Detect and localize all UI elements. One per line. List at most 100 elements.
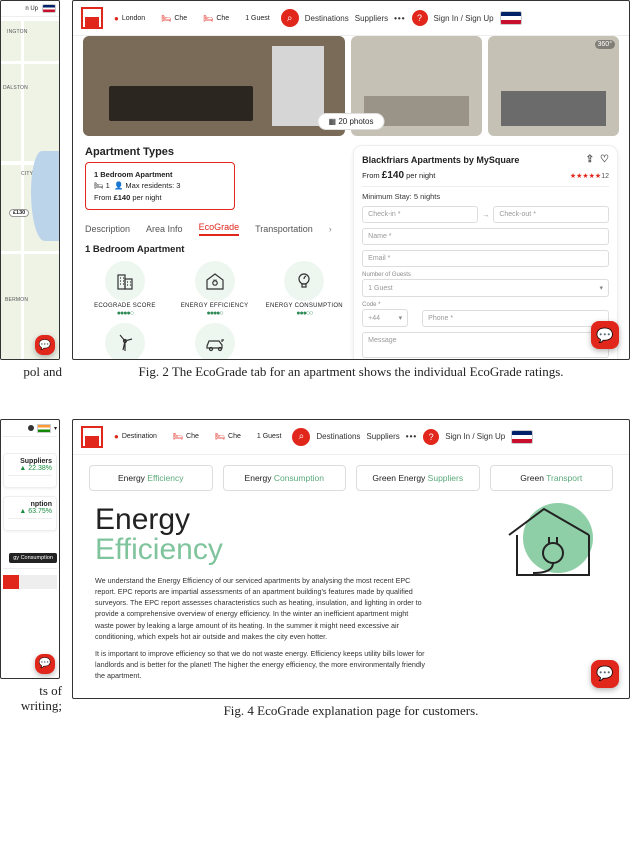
heart-icon[interactable]: ♡: [600, 154, 609, 165]
pill-button[interactable]: gy Consumption: [9, 553, 57, 563]
tab-transportation[interactable]: Transportation: [255, 224, 313, 234]
guests-field[interactable]: 1 Guest: [240, 13, 275, 24]
bed-icon: 🛏: [94, 181, 104, 190]
apt-card-title: 1 Bedroom Apartment: [94, 169, 226, 180]
house-plug-icon: [195, 261, 235, 301]
leaves-icon: ●●●●○: [117, 310, 133, 317]
bulb-icon: [284, 261, 324, 301]
checkin-field[interactable]: 🛏Che: [168, 430, 204, 443]
fig4-caption: Fig. 4 EcoGrade explanation page for cus…: [72, 703, 630, 720]
stat-card: Suppliers ▲ 22.38%: [3, 453, 57, 488]
nav-suppliers[interactable]: Suppliers: [366, 432, 399, 441]
more-icon[interactable]: •••: [406, 432, 417, 441]
chevron-down-icon: ▾: [599, 284, 603, 292]
email-input[interactable]: Email *: [362, 250, 609, 267]
arrow-right-icon: →: [482, 210, 490, 219]
flag-icon[interactable]: [511, 430, 533, 444]
flag-icon[interactable]: [500, 11, 522, 25]
chat-fab-icon[interactable]: 💬: [35, 335, 55, 355]
tab-energy-consumption[interactable]: Energy Consumption: [223, 465, 347, 491]
tab-green-transport[interactable]: Green Transport: [490, 465, 614, 491]
phone-input[interactable]: Phone *: [422, 310, 609, 327]
paragraph-2: It is important to improve efficiency so…: [95, 648, 425, 681]
topbar: ●London 🛏Che 🛏Che 1 Guest ⌕ Destinations…: [73, 1, 629, 36]
chat-fab-icon[interactable]: 💬: [591, 660, 619, 688]
eco-item-suppliers: GREEN ENERGY SUPPLIERS ●●●●●: [85, 323, 165, 360]
ecograde-grid: ECOGRADE SCORE ●●●●○ ENERGY EFFICIENCY ●…: [85, 261, 344, 360]
nav-destinations[interactable]: Destinations: [305, 14, 349, 23]
map-canvas[interactable]: INGTON DALSTON CITY £130 BERMON: [1, 21, 59, 359]
help-icon[interactable]: ?: [412, 10, 428, 26]
checkout-input[interactable]: Check-out *: [493, 206, 609, 223]
eco-item-transport: GREEN TRANSPORTATION ●●●○○: [175, 323, 255, 360]
guests-select[interactable]: 1 Guest▾: [362, 279, 609, 297]
more-icon[interactable]: •••: [394, 14, 405, 23]
eco-item-score: ECOGRADE SCORE ●●●●○: [85, 261, 165, 317]
property-title: Blackfriars Apartments by MySquare: [362, 155, 519, 165]
leaves-icon: ●●●○○: [296, 310, 312, 317]
chat-fab-icon[interactable]: 💬: [35, 654, 55, 674]
person-icon: 👤: [114, 181, 123, 190]
chevron-right-icon[interactable]: ›: [329, 224, 332, 234]
code-label: Code *: [362, 302, 418, 308]
logo-icon[interactable]: [81, 426, 103, 448]
checkout-field[interactable]: 🛏Che: [210, 430, 246, 443]
eco-item-efficiency: ENERGY EFFICIENCY ●●●●○: [175, 261, 255, 317]
search-icon[interactable]: ⌕: [281, 9, 299, 27]
apartment-types-heading: Apartment Types: [85, 146, 344, 158]
signin-link[interactable]: Sign In / Sign Up: [434, 14, 494, 23]
fig2-caption: Fig. 2 The EcoGrade tab for an apartment…: [72, 364, 630, 381]
wind-turbine-icon: [105, 323, 145, 360]
flag-icon: [42, 4, 56, 13]
fig2-screenshot: ●London 🛏Che 🛏Che 1 Guest ⌕ Destinations…: [72, 0, 630, 360]
eco-subhead: 1 Bedroom Apartment: [85, 244, 344, 255]
share-icon[interactable]: ⇪: [586, 154, 594, 165]
star-rating: ★★★★★12: [570, 172, 609, 180]
tab-area-info[interactable]: Area Info: [146, 224, 183, 234]
tab-green-suppliers[interactable]: Green Energy Suppliers: [356, 465, 480, 491]
eco-item-consumption: ENERGY CONSUMPTION ●●●○○: [264, 261, 344, 317]
guests-field[interactable]: 1 Guest: [252, 431, 287, 442]
help-icon[interactable]: ?: [423, 429, 439, 445]
booking-card: Blackfriars Apartments by MySquare ⇪♡ Fr…: [354, 146, 617, 360]
tab-ecograde[interactable]: EcoGrade: [199, 222, 240, 236]
signin-link[interactable]: Sign In / Sign Up: [445, 432, 505, 441]
chat-fab-icon[interactable]: 💬: [591, 321, 619, 349]
detail-tabs: Description Area Info EcoGrade Transport…: [85, 222, 344, 236]
checkin-field[interactable]: 🛏Che: [156, 12, 192, 25]
location-field[interactable]: ●London: [109, 12, 150, 25]
apartment-type-card[interactable]: 1 Bedroom Apartment 🛏 1 👤 Max residents:…: [85, 162, 235, 210]
leaves-icon: ●●●●○: [207, 310, 223, 317]
map-price-pin[interactable]: £130: [9, 209, 29, 217]
message-input[interactable]: Message: [362, 332, 609, 358]
nav-destinations[interactable]: Destinations: [316, 432, 360, 441]
checkin-input[interactable]: Check-in *: [362, 206, 478, 223]
fragment-caption-pool: pol and: [0, 364, 62, 381]
house-plug-illustration: [489, 495, 599, 585]
chevron-down-icon: ▾: [399, 314, 403, 322]
nav-suppliers[interactable]: Suppliers: [355, 14, 388, 23]
tab-energy-efficiency[interactable]: Energy Efficiency: [89, 465, 213, 491]
chevron-down-icon[interactable]: ▾: [54, 425, 57, 432]
flag-india-icon: [37, 424, 51, 433]
country-code-select[interactable]: +44▾: [362, 309, 408, 327]
hero-image-main[interactable]: [83, 36, 345, 136]
tab-description[interactable]: Description: [85, 224, 130, 234]
photos-count-button[interactable]: ▦ 20 photos: [318, 113, 385, 130]
dot-icon: [28, 425, 34, 431]
hero-gallery: 360° ▦ 20 photos: [73, 36, 629, 136]
fig4-screenshot: ●Destination 🛏Che 🛏Che 1 Guest ⌕ Destina…: [72, 419, 630, 699]
badge-360-icon: 360°: [595, 40, 615, 49]
search-icon[interactable]: ⌕: [292, 428, 310, 446]
signin-fragment: n Up: [25, 6, 38, 12]
hero-image-3[interactable]: 360°: [488, 36, 619, 136]
name-input[interactable]: Name *: [362, 228, 609, 245]
logo-icon[interactable]: [81, 7, 103, 29]
fragment-dashboard-panel: ▾ Suppliers ▲ 22.38% nption ▲ 63.75% gy …: [0, 419, 60, 679]
destination-field[interactable]: ●Destination: [109, 430, 162, 443]
topbar: ●Destination 🛏Che 🛏Che 1 Guest ⌕ Destina…: [73, 420, 629, 455]
checkout-field[interactable]: 🛏Che: [198, 12, 234, 25]
stat-card: nption ▲ 63.75%: [3, 496, 57, 531]
guests-label: Number of Guests: [362, 272, 609, 278]
bar-chart-fragment: [3, 575, 57, 589]
